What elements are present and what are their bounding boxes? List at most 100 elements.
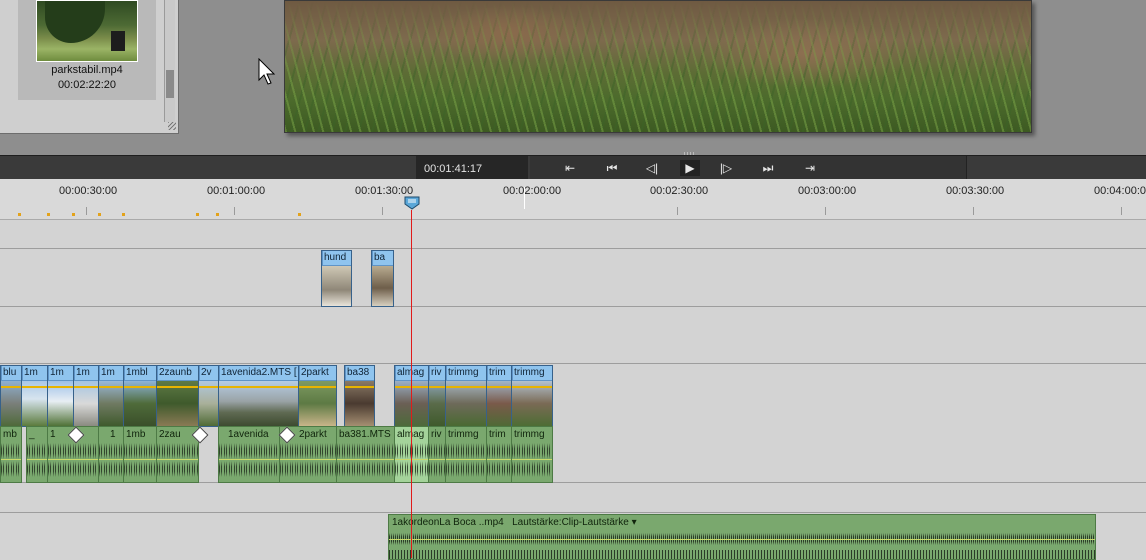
goto-out-point-icon: ⇥ xyxy=(804,161,816,175)
play-button[interactable]: ▶ xyxy=(680,160,700,176)
resize-grip-icon[interactable] xyxy=(168,122,176,130)
ruler-label: 00:00:30:00 xyxy=(59,185,118,197)
clip-marker[interactable] xyxy=(216,213,219,216)
audio-clip[interactable]: 1mb xyxy=(123,426,157,483)
media-thumbnail[interactable] xyxy=(36,0,138,62)
video-clip[interactable]: 2zaunb xyxy=(156,365,199,427)
video-clip[interactable]: ba38 xyxy=(344,365,375,427)
ruler-tick xyxy=(86,207,87,215)
goto-next-edit-icon: ⏭ xyxy=(762,161,774,175)
clip-label: blu xyxy=(2,366,21,380)
mouse-cursor-icon xyxy=(258,58,276,85)
video-clip[interactable]: trimmg xyxy=(445,365,487,427)
time-ruler[interactable]: 00:00:30:00 00:01:00:00 00:01:30:00 00:0… xyxy=(0,179,1146,220)
audio-clip[interactable]: mb xyxy=(0,426,22,483)
clip-label: hund xyxy=(323,251,351,265)
current-timecode: 00:01:41:17 xyxy=(424,163,483,175)
clip-marker[interactable] xyxy=(298,213,301,216)
video-clip[interactable]: 2parkt xyxy=(298,365,337,427)
soundtrack-clip-label: 1akordeonLa Boca ..mp4 xyxy=(392,517,504,528)
video-clip[interactable]: 2v xyxy=(198,365,219,427)
play-icon: ▶ xyxy=(685,161,695,175)
clip-marker[interactable] xyxy=(47,213,50,216)
track-divider xyxy=(0,363,1146,364)
media-clip-duration: 00:02:22:20 xyxy=(57,79,117,91)
volume-dropdown[interactable]: Lautstärke:Clip-Lautstärke ▾ xyxy=(512,517,637,528)
video-clip[interactable]: 1mbl xyxy=(123,365,157,427)
clip-label: 1m xyxy=(49,366,73,380)
clip-label: mb xyxy=(3,429,17,440)
step-back-button[interactable]: ◁| xyxy=(642,160,662,176)
clip-label: ba38 xyxy=(346,366,374,380)
ruler-label: 00:02:30:00 xyxy=(650,185,709,197)
ruler-label: 00:03:00:00 xyxy=(798,185,857,197)
ruler-tick xyxy=(677,207,678,215)
video-clip[interactable]: 1m xyxy=(21,365,48,427)
clip-marker[interactable] xyxy=(72,213,75,216)
video-clip[interactable]: trim xyxy=(486,365,512,427)
transport-bar: 00:01:41:17 ⇤ ⏮ ◁| ▶ |▷ ⏭ ⇥ xyxy=(0,155,1146,180)
clip-label: trim xyxy=(488,366,511,380)
clip-label: riv xyxy=(431,429,442,440)
clip-marker[interactable] xyxy=(122,213,125,216)
clip-marker[interactable] xyxy=(98,213,101,216)
clip-label: almag xyxy=(396,428,428,441)
step-back-icon: ◁| xyxy=(645,161,659,175)
clip-label: 1m xyxy=(23,366,47,380)
goto-previous-edit-button[interactable]: ⏮ xyxy=(602,160,622,176)
soundtrack-clip[interactable]: 1akordeonLa Boca ..mp4 Lautstärke:Clip-L… xyxy=(388,514,1096,560)
ruler-label: 00:03:30:00 xyxy=(946,185,1005,197)
clip-label: trimmg xyxy=(447,366,486,380)
clip-label: trim xyxy=(489,429,506,440)
audio-clip[interactable]: 1avenida xyxy=(218,426,280,483)
clip-label: 1m xyxy=(75,366,98,380)
audio-clip[interactable]: trimmg xyxy=(511,426,553,483)
ruler-tick xyxy=(825,207,826,215)
clip-label: 1mb xyxy=(126,429,146,440)
video-clip[interactable]: blu xyxy=(0,365,22,427)
clip-label: trimmg xyxy=(513,366,552,380)
goto-next-edit-button[interactable]: ⏭ xyxy=(758,160,778,176)
top-workspace: parkstabil.mp4 00:02:22:20 xyxy=(0,0,1146,155)
goto-in-point-button[interactable]: ⇤ xyxy=(560,160,580,176)
audio-clip[interactable]: _ xyxy=(26,426,48,483)
work-area-marker xyxy=(524,187,525,209)
audio-clip[interactable]: trimmg xyxy=(445,426,487,483)
ruler-tick xyxy=(1121,207,1122,215)
clip-label: 1 xyxy=(110,429,116,440)
audio-clip[interactable]: ba381.MTS xyxy=(336,426,395,483)
monitor-preview[interactable] xyxy=(284,0,1032,133)
video-clip[interactable]: 1m xyxy=(47,365,74,427)
media-clip-name: parkstabil.mp4 xyxy=(51,64,123,76)
audio-clip[interactable]: trim xyxy=(486,426,512,483)
video-clip[interactable]: 1m xyxy=(73,365,99,427)
audio-clip[interactable]: 1 xyxy=(98,426,124,483)
step-forward-button[interactable]: |▷ xyxy=(716,160,736,176)
video-clip[interactable]: riv xyxy=(428,365,446,427)
clip-label: trimmg xyxy=(448,429,479,440)
video-clip[interactable]: 1m xyxy=(98,365,124,427)
clip-label: 2zaunb xyxy=(158,366,198,380)
video-clip[interactable]: 1avenida2.MTS [ xyxy=(218,365,299,427)
ruler-label: 00:02:00:00 xyxy=(503,185,562,197)
audio-clip[interactable]: riv xyxy=(428,426,446,483)
video-clip[interactable]: trimmg xyxy=(511,365,553,427)
track-divider xyxy=(0,512,1146,513)
ruler-tick xyxy=(973,207,974,215)
project-media-panel: parkstabil.mp4 00:02:22:20 xyxy=(0,0,179,134)
overlay-clip[interactable]: hund xyxy=(321,250,352,307)
overlay-clip[interactable]: ba xyxy=(371,250,394,307)
goto-out-point-button[interactable]: ⇥ xyxy=(800,160,820,176)
timecode-display[interactable]: 00:01:41:17 xyxy=(416,156,528,180)
media-item[interactable]: parkstabil.mp4 00:02:22:20 xyxy=(18,0,156,100)
playhead-handle-icon[interactable] xyxy=(404,196,420,210)
clip-label: ba xyxy=(373,251,393,265)
ruler-label: 00:01:00:00 xyxy=(207,185,266,197)
playhead-line[interactable] xyxy=(411,210,412,558)
media-panel-scrollbar[interactable] xyxy=(164,0,175,122)
clip-marker[interactable] xyxy=(18,213,21,216)
clip-label: 1mbl xyxy=(125,366,156,380)
clip-label: almag xyxy=(396,366,428,380)
clip-marker[interactable] xyxy=(196,213,199,216)
goto-previous-edit-icon: ⏮ xyxy=(606,161,618,175)
